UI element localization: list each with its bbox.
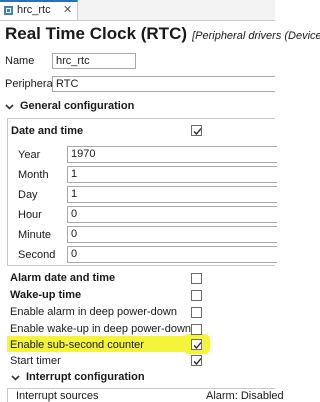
date-time-checkbox[interactable] [191,125,202,136]
wake-up-time-checkbox[interactable] [191,290,202,301]
general-config-header[interactable]: General configuration [0,100,275,112]
alarm-date-time-checkbox[interactable] [191,273,202,284]
check-icon [193,342,202,349]
tab-hrc-rtc[interactable]: hrc_rtc ✕ [0,0,78,20]
wake-up-time-label: Wake-up time [10,289,82,301]
hour-label: Hour [18,209,42,221]
close-icon[interactable]: ✕ [63,3,72,16]
hour-input[interactable]: 0 [67,206,277,223]
peripheral-label: Peripheral [5,78,56,90]
editor-tab-bar: hrc_rtc ✕ [0,0,275,21]
alarm-deep-power-down-label: Enable alarm in deep power-down [10,306,177,318]
interrupt-sources-cell: Interrupt sources [16,390,99,402]
date-time-group: Date and time Year 1970 Month 1 Day 1 Ho… [7,118,277,266]
month-label: Month [18,169,49,181]
minute-label: Minute [18,229,52,241]
start-timer-checkbox[interactable] [191,355,202,366]
page-title: Real Time Clock (RTC) [Peripheral driver… [5,24,320,44]
wake-up-deep-power-down-checkbox[interactable] [191,324,202,335]
interrupt-config-label: Interrupt configuration [26,371,145,383]
alarm-status-cell: Alarm: Disabled [206,390,284,402]
year-label: Year [18,149,41,161]
second-label: Second [18,249,56,261]
minute-input[interactable]: 0 [67,226,277,243]
check-icon [193,128,202,135]
name-label: Name [5,55,35,67]
chevron-down-icon [11,375,20,381]
date-time-label: Date and time [11,125,84,137]
page-title-subtitle: [Peripheral drivers (Device sp [192,30,320,42]
day-label: Day [18,189,38,201]
alarm-deep-power-down-checkbox[interactable] [191,307,202,318]
alarm-date-time-label: Alarm date and time [10,272,116,284]
year-input[interactable]: 1970 [67,146,277,163]
sub-second-counter-checkbox[interactable] [191,339,202,350]
day-input[interactable]: 1 [67,186,277,203]
page-title-main: Real Time Clock (RTC) [5,24,188,43]
general-config-label: General configuration [20,100,135,112]
start-timer-label: Start timer [10,355,61,367]
name-input[interactable]: hrc_rtc [52,53,136,69]
tab-label: hrc_rtc [17,4,51,16]
interrupt-config-header[interactable]: Interrupt configuration [6,371,281,383]
check-icon [193,358,202,365]
sub-second-counter-label: Enable sub-second counter [10,339,144,351]
peripheral-input[interactable]: RTC [52,76,275,92]
second-input[interactable]: 0 [67,246,277,263]
wake-up-deep-power-down-label: Enable wake-up in deep power-down [10,323,192,335]
month-input[interactable]: 1 [67,166,277,183]
component-icon [4,6,13,15]
chevron-down-icon [5,104,14,110]
